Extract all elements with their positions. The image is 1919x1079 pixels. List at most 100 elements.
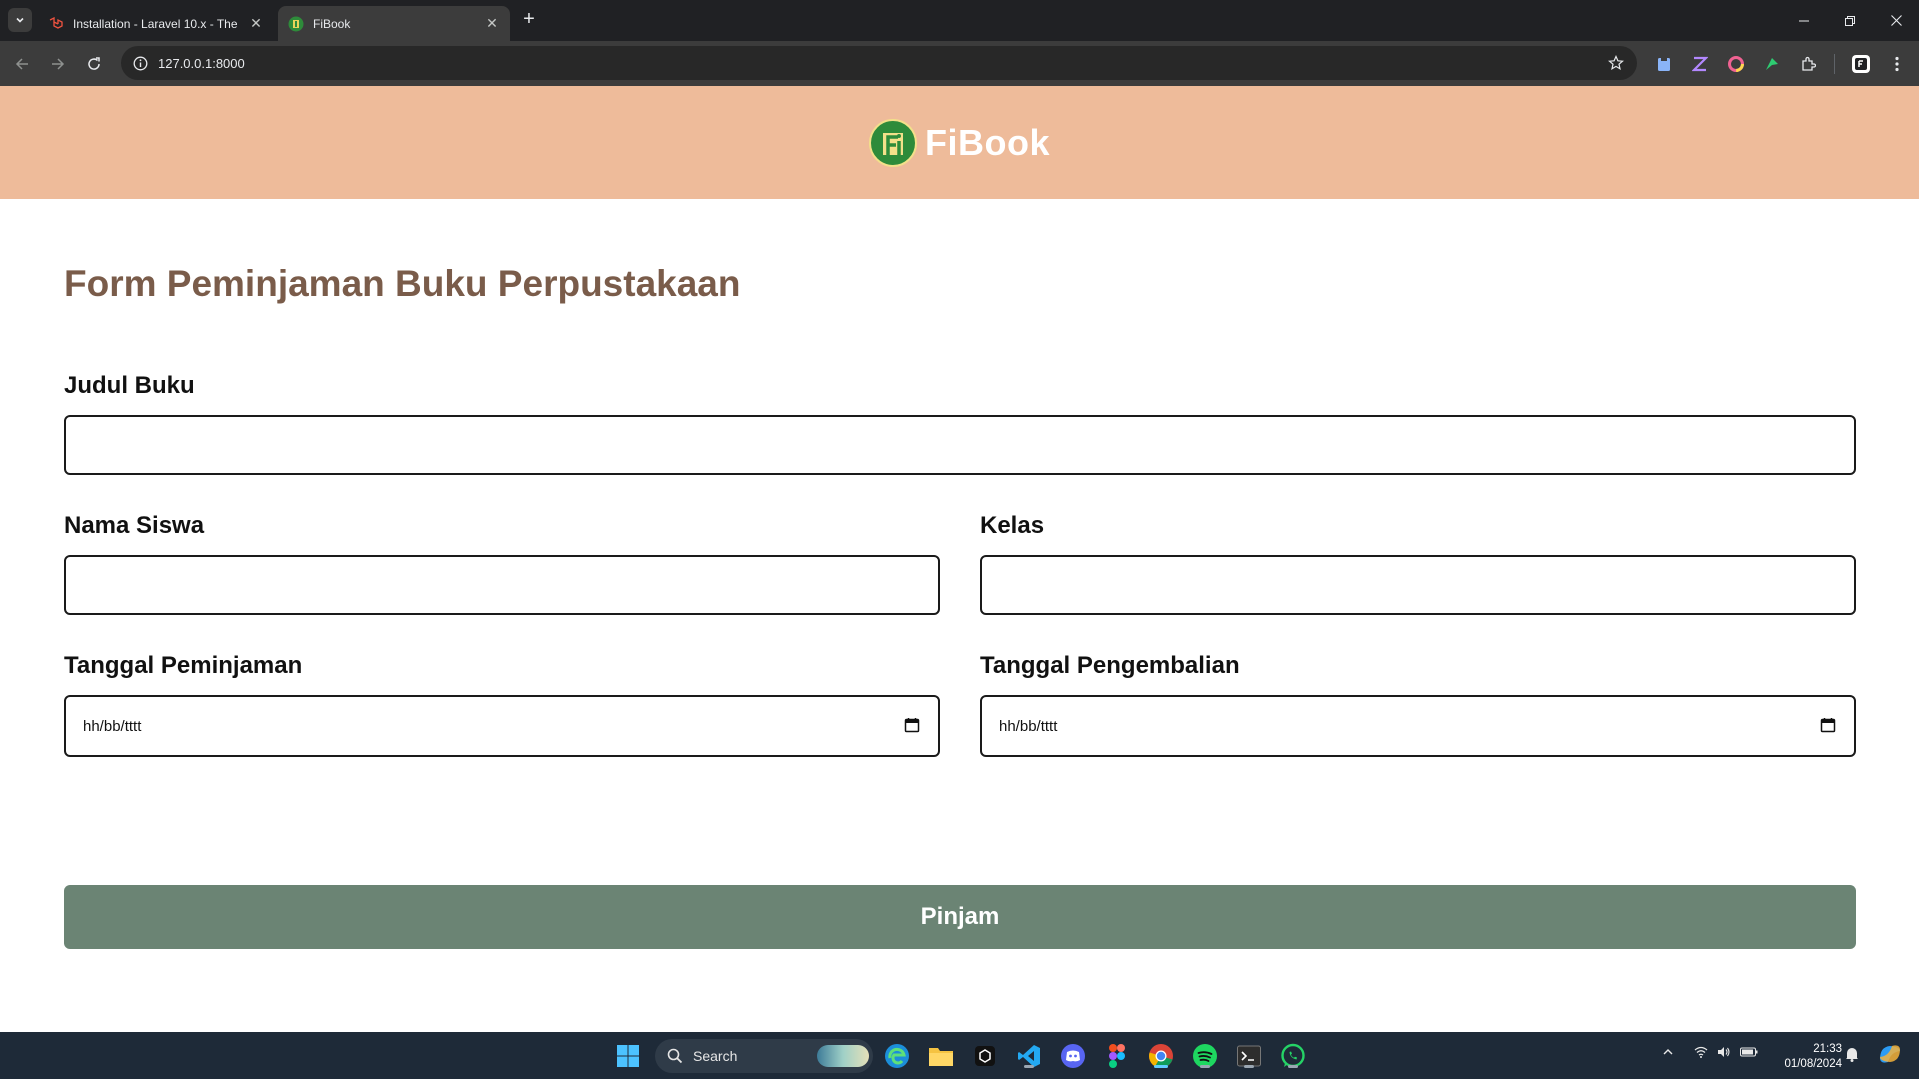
figma-app[interactable] [1103,1042,1131,1070]
site-header: FiBook [0,86,1919,199]
whatsapp-app[interactable] [1279,1042,1307,1070]
tanggal-pengembalian-label: Tanggal Pengembalian [980,652,1240,679]
running-indicator [1288,1065,1298,1068]
terminal-icon [1237,1045,1261,1067]
bell-icon [1846,1048,1858,1062]
nama-siswa-label: Nama Siswa [64,512,205,539]
brand-name: FiBook [925,121,1050,163]
restore-button[interactable] [1827,0,1873,41]
running-indicator [1024,1065,1034,1068]
tanggal-peminjaman-date-input[interactable]: hh/bb/tttt [64,695,940,757]
discord-app[interactable] [1059,1042,1087,1070]
search-label: Search [693,1048,738,1064]
profile-avatar-icon[interactable] [1852,55,1870,73]
date-placeholder: hh/bb/tttt [83,717,142,735]
new-tab-button[interactable]: + [518,9,540,31]
calendar-icon[interactable] [1820,717,1836,733]
reload-icon [88,57,100,70]
fibook-logo-icon [869,118,917,167]
chevron-down-icon [16,17,24,23]
extension-2-icon[interactable] [1691,55,1709,73]
volume-control[interactable] [1717,1046,1731,1061]
arrow-left-icon [15,58,28,70]
chrome-app[interactable] [1147,1042,1175,1070]
search-highlight-image [817,1045,869,1067]
discord-icon [1061,1044,1085,1068]
close-tab-icon[interactable]: ✕ [484,15,500,32]
extensions-puzzle-icon[interactable] [1799,55,1817,73]
close-window-button[interactable] [1873,0,1919,41]
kelas-input[interactable] [980,555,1856,615]
folder-icon [929,1048,953,1066]
spotify-app[interactable] [1191,1042,1219,1070]
vscode-app[interactable] [1015,1042,1043,1070]
edge-app[interactable] [883,1042,911,1070]
fibook-logo-icon [288,16,304,32]
system-clock[interactable]: 21:33 01/08/2024 [1768,1042,1842,1072]
bookmark-star-icon[interactable] [1607,54,1625,72]
edge-icon [885,1044,909,1068]
windows-taskbar: Search 21:33 01/08/2024 [0,1032,1919,1079]
extension-4-icon[interactable] [1763,55,1781,73]
cube-app-icon [975,1046,995,1066]
laravel-icon [48,16,64,32]
wifi-icon [1694,1046,1708,1058]
close-icon [1890,15,1902,26]
tanggal-peminjaman-label: Tanggal Peminjaman [64,652,303,679]
minimize-icon [1799,20,1809,21]
browser-toolbar: 127.0.0.1:8000 [0,41,1919,86]
tab-search-button[interactable] [8,8,32,32]
arrow-right-icon [52,58,65,70]
search-icon [667,1048,683,1064]
toolbar-divider [1834,54,1835,74]
close-tab-icon[interactable]: ✕ [248,15,264,32]
tab-fibook[interactable]: FiBook ✕ [278,6,510,41]
extension-3-icon[interactable] [1727,55,1745,73]
nama-siswa-input[interactable] [64,555,940,615]
chevron-up-icon [1663,1049,1673,1055]
browser-menu-icon[interactable] [1888,55,1906,73]
file-explorer-app[interactable] [927,1042,955,1070]
tab-title: FiBook [313,16,351,31]
notifications-button[interactable] [1845,1046,1859,1065]
speaker-icon [1718,1047,1730,1057]
terminal-app[interactable] [1235,1042,1263,1070]
site-info-icon[interactable] [131,54,149,72]
running-indicator [1244,1065,1254,1068]
app-cube[interactable] [971,1042,999,1070]
figma-icon [1109,1044,1125,1068]
network-status[interactable] [1694,1046,1708,1061]
taskbar-search[interactable]: Search [655,1039,873,1073]
judul-buku-label: Judul Buku [64,372,195,399]
minimize-button[interactable] [1781,0,1827,41]
battery-icon [1740,1047,1758,1057]
show-hidden-icons-button[interactable] [1662,1046,1674,1061]
start-button[interactable] [614,1042,642,1070]
clock-time: 21:33 [1813,1043,1842,1055]
copilot-button[interactable] [1877,1041,1903,1070]
running-indicator [1200,1065,1210,1068]
restore-icon [1845,15,1855,26]
calendar-icon[interactable] [904,717,920,733]
judul-buku-input[interactable] [64,415,1856,475]
back-button[interactable] [9,51,35,77]
forward-button[interactable] [45,51,71,77]
date-placeholder: hh/bb/tttt [999,717,1058,735]
clock-date: 01/08/2024 [1784,1058,1842,1070]
page-title: Form Peminjaman Buku Perpustakaan [64,263,741,304]
browser-tabstrip: Installation - Laravel 10.x - The ✕ FiBo… [0,0,1919,41]
brand[interactable]: FiBook [869,118,1050,167]
tanggal-pengembalian-date-input[interactable]: hh/bb/tttt [980,695,1856,757]
pinjam-button[interactable]: Pinjam [64,885,1856,949]
active-indicator [1154,1065,1168,1068]
url-text: 127.0.0.1:8000 [158,56,245,71]
tab-title: Installation - Laravel 10.x - The [73,16,238,31]
tab-laravel-docs[interactable]: Installation - Laravel 10.x - The ✕ [38,6,274,41]
kelas-label: Kelas [980,512,1045,539]
copilot-icon [1880,1045,1900,1063]
extension-1-icon[interactable] [1655,55,1673,73]
address-bar[interactable]: 127.0.0.1:8000 [121,46,1637,80]
battery-status[interactable] [1740,1046,1758,1061]
reload-button[interactable] [81,51,107,77]
windows-logo-icon [617,1045,639,1067]
